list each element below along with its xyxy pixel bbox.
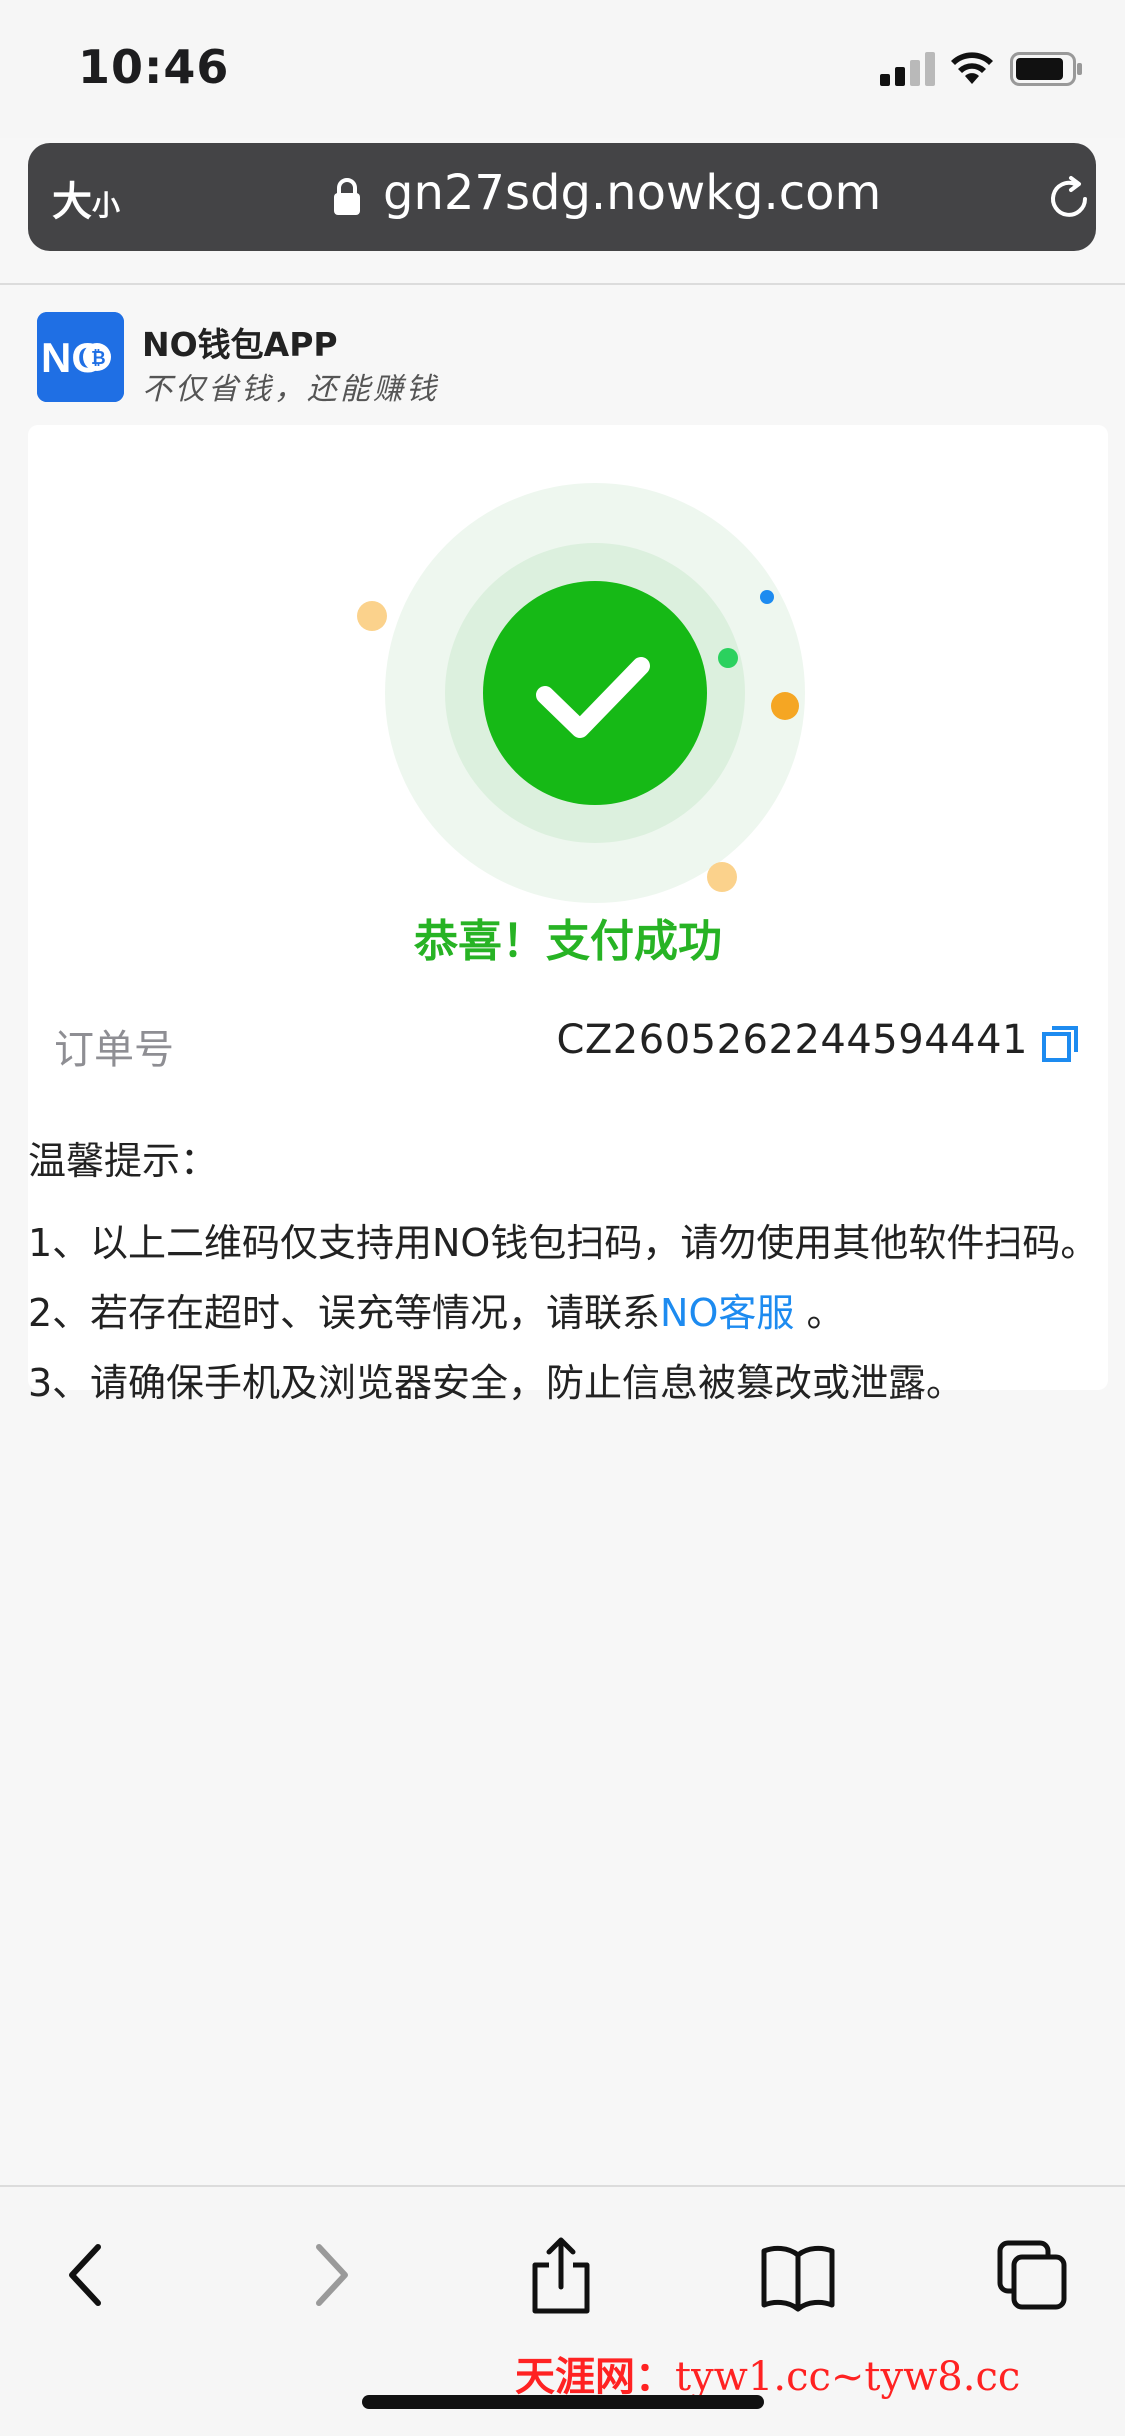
- tip-number: 2、: [28, 1291, 91, 1335]
- customer-service-link[interactable]: NO客服: [660, 1291, 794, 1335]
- wifi-icon: [951, 52, 993, 84]
- tips-section: 温馨提示： 1、 以上二维码仅支持用NO钱包扫码，请勿使用其他软件扫码。 2、 …: [28, 1130, 1108, 1418]
- order-number-value: CZ2605262244594441: [556, 1017, 1028, 1063]
- order-number-label: 订单号: [54, 1027, 174, 1073]
- tips-heading: 温馨提示：: [28, 1139, 219, 1183]
- watermark: 天涯网：tyw1.cc~tyw8.cc: [515, 2344, 1020, 2402]
- lock-icon: [334, 178, 360, 215]
- tip-item: 3、 请确保手机及浏览器安全，防止信息被篡改或泄露。: [28, 1348, 1108, 1418]
- tip-text: 请确保手机及浏览器安全，防止信息被篡改或泄露。: [90, 1361, 965, 1405]
- forward-icon[interactable]: [289, 2235, 369, 2315]
- share-icon[interactable]: [521, 2235, 601, 2315]
- tabs-icon[interactable]: [992, 2235, 1072, 2315]
- copy-icon[interactable]: [1040, 1024, 1080, 1064]
- no-wallet-logo-icon: NO ₿: [37, 312, 124, 402]
- cellular-signal-icon: [880, 52, 935, 86]
- text-size-button[interactable]: 大小: [52, 169, 120, 227]
- tip-item: 1、 以上二维码仅支持用NO钱包扫码，请勿使用其他软件扫码。: [28, 1208, 1108, 1278]
- svg-text:₿: ₿: [91, 348, 106, 369]
- tip-item: 2、 若存在超时、误充等情况，请联系NO客服 。: [28, 1278, 1108, 1348]
- tip-text: 以上二维码仅支持用NO钱包扫码，请勿使用其他软件扫码。: [90, 1221, 1099, 1265]
- bookmarks-icon[interactable]: [758, 2235, 838, 2315]
- tip-text-after: 。: [794, 1291, 845, 1335]
- url-text[interactable]: gn27sdg.nowkg.com: [383, 165, 881, 221]
- tip-number: 3、: [28, 1361, 91, 1405]
- watermark-domains: tyw1.cc~tyw8.cc: [675, 2354, 1021, 2400]
- success-title: 恭喜！支付成功: [414, 916, 722, 967]
- home-indicator: [362, 2395, 764, 2409]
- web-page: NO ₿ NO钱包APP 不仅省钱，还能赚钱 恭喜！支付成功 订单号 CZ260…: [0, 285, 1125, 2185]
- back-icon[interactable]: [48, 2235, 128, 2315]
- watermark-brand: 天涯网：: [515, 2353, 675, 2400]
- success-check-icon: [357, 483, 805, 903]
- battery-icon: [1010, 52, 1082, 86]
- status-time: 10:46: [78, 40, 230, 94]
- text-size-small-label: 小: [92, 189, 121, 222]
- app-slogan: 不仅省钱，还能赚钱: [142, 372, 439, 407]
- tip-text-before: 若存在超时、误充等情况，请联系: [90, 1291, 661, 1335]
- text-size-large-label: 大: [52, 179, 92, 225]
- reload-icon[interactable]: [1045, 175, 1093, 223]
- app-logo: NO ₿: [37, 312, 124, 402]
- tip-number: 1、: [28, 1221, 91, 1265]
- status-bar: 10:46: [0, 0, 1125, 138]
- app-name: NO钱包APP: [142, 325, 338, 364]
- tip-text: 若存在超时、误充等情况，请联系NO客服 。: [90, 1278, 1108, 1348]
- app-header: NO ₿ NO钱包APP 不仅省钱，还能赚钱: [0, 285, 1125, 425]
- address-bar[interactable]: 大小 gn27sdg.nowkg.com: [28, 143, 1096, 251]
